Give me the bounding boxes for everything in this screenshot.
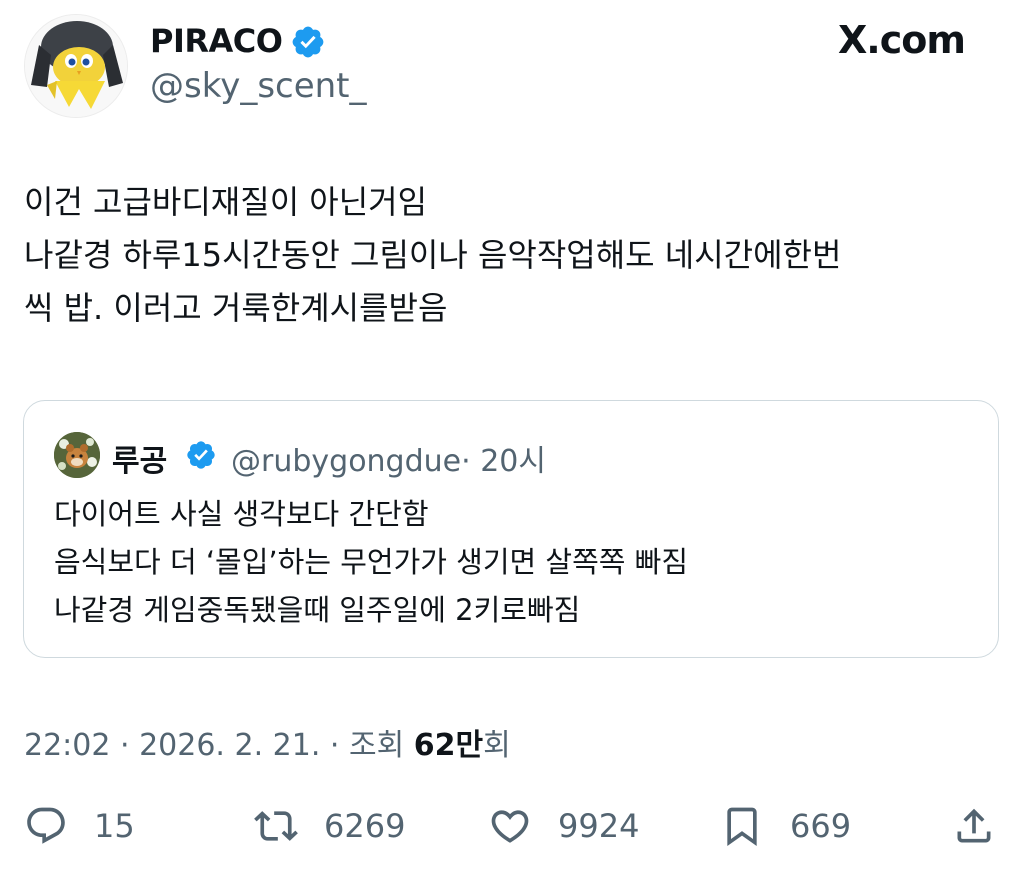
tweet-meta: 22:02 · 2026. 2. 21. · 조회 62만회 xyxy=(24,728,511,763)
views-label: 조회 xyxy=(348,728,405,763)
share-button[interactable] xyxy=(952,802,996,850)
verified-badge-icon xyxy=(292,26,324,58)
quote-tweet-text: 다이어트 사실 생각보다 간단함 음식보다 더 ‘몰입’하는 무언가가 생기면 … xyxy=(54,497,689,627)
quote-time: · 20시 xyxy=(461,444,546,479)
like-count: 9924 xyxy=(558,807,640,845)
author-handle[interactable]: @sky_scent_ xyxy=(150,66,367,106)
share-icon xyxy=(957,808,991,843)
bookmark-count: 669 xyxy=(790,807,852,845)
x-logo: X.com xyxy=(838,18,966,62)
quote-verified-badge-icon xyxy=(187,441,215,469)
quote-author-avatar xyxy=(54,432,100,478)
quote-author-name: 루공 xyxy=(112,444,168,479)
views-count: 62만 xyxy=(413,728,484,763)
reply-icon xyxy=(27,807,65,844)
author-avatar[interactable] xyxy=(24,14,128,118)
bookmark-button[interactable]: 669 xyxy=(720,802,851,850)
bookmark-icon xyxy=(727,807,757,847)
tweet-date[interactable]: 2026. 2. 21. xyxy=(139,728,320,763)
quote-author-handle-time: @rubygongdue· 20시 xyxy=(231,436,546,480)
like-button[interactable]: 9924 xyxy=(488,802,639,850)
views-suffix: 회 xyxy=(483,728,511,763)
author-display-name[interactable]: PIRACO xyxy=(150,22,283,60)
reply-count: 15 xyxy=(94,807,135,845)
like-icon xyxy=(491,810,529,843)
quote-author-handle: @rubygongdue xyxy=(231,444,462,479)
tweet-text: 이건 고급바디재질이 아닌거임 나같경 하루15시간동안 그림이나 음악작업해도… xyxy=(24,183,842,327)
retweet-count: 6269 xyxy=(324,807,406,845)
reply-button[interactable]: 15 xyxy=(24,802,135,850)
retweet-icon xyxy=(254,811,298,841)
tweet-time[interactable]: 22:02 xyxy=(24,728,110,763)
retweet-button[interactable]: 6269 xyxy=(254,802,405,850)
